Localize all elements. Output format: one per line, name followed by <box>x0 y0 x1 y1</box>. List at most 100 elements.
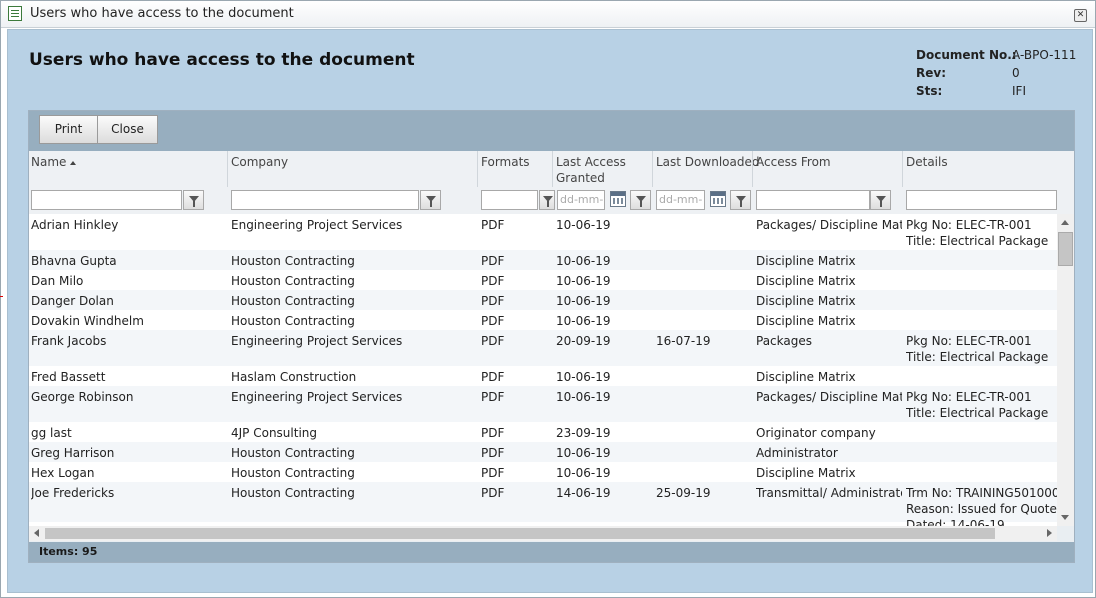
cell-access-from: Discipline Matrix <box>756 466 856 480</box>
cell-name: Fred Bassett <box>31 370 106 384</box>
table-row[interactable]: gg last 4JP Consulting PDF 23-09-19 Originat… <box>29 422 1057 442</box>
cell-details-line: Reason: Issued for Quote <box>906 502 1057 516</box>
formats-filter-button[interactable] <box>539 190 555 210</box>
access-from-filter-button[interactable] <box>870 190 891 210</box>
cell-name: Hex Logan <box>31 466 95 480</box>
cell-last-access: 10-06-19 <box>556 254 611 268</box>
cell-last-access: 20-09-19 <box>556 334 611 348</box>
filter-icon <box>189 196 199 207</box>
cell-name: Frank Jacobs <box>31 334 107 348</box>
status-value: IFI <box>1012 84 1026 98</box>
title-bar: Users who have access to the document ✕ <box>1 1 1095 28</box>
cell-company: Houston Contracting <box>231 466 355 480</box>
table-row[interactable]: Dovakin Windhelm Houston Contracting PDF 10… <box>29 310 1057 330</box>
last-downloaded-filter-input[interactable]: dd-mm- <box>656 190 705 210</box>
cell-company: Haslam Construction <box>231 370 357 384</box>
cell-company: Houston Contracting <box>231 294 355 308</box>
cell-formats: PDF <box>481 218 505 232</box>
vertical-scrollbar[interactable] <box>1057 214 1074 526</box>
cell-name: Adrian Hinkley <box>31 218 119 232</box>
table-row[interactable]: Joe Fredericks Houston Contracting PDF 14-0… <box>29 482 1057 526</box>
cell-details-line: Title: Electrical Package <box>906 234 1049 248</box>
last-downloaded-filter-button[interactable] <box>730 190 751 210</box>
cell-formats: PDF <box>481 294 505 308</box>
column-header-last-downloaded[interactable]: Last Downloaded <box>656 154 759 170</box>
column-header-access-from[interactable]: Access From <box>756 154 831 170</box>
cell-access-from: Originator company <box>756 426 876 440</box>
item-count: Items: 95 <box>39 545 98 558</box>
table-row[interactable]: George Robinson Engineering Project Servi… <box>29 386 1057 422</box>
table-row[interactable]: Hex Logan Houston Contracting PDF 10-06-19 D… <box>29 462 1057 482</box>
cell-access-from: Discipline Matrix <box>756 274 856 288</box>
access-from-filter-input[interactable] <box>756 190 870 210</box>
cell-formats: PDF <box>481 426 505 440</box>
document-meta: Document No.: A-BPO-111 Rev: 0 Sts: IFI <box>916 48 1096 102</box>
horizontal-scroll-thumb[interactable] <box>45 528 995 539</box>
scroll-up-icon[interactable] <box>1061 220 1069 225</box>
grid-header: Name Company Formats Last Access Granted… <box>29 151 1074 223</box>
company-filter-input[interactable] <box>231 190 419 210</box>
table-row[interactable]: Frank Jacobs Engineering Project Services… <box>29 330 1057 366</box>
cell-formats: PDF <box>481 254 505 268</box>
window-close-icon[interactable]: ✕ <box>1074 9 1087 22</box>
calendar-icon[interactable] <box>610 191 626 207</box>
cell-formats: PDF <box>481 390 505 404</box>
cell-name: Greg Harrison <box>31 446 115 460</box>
details-filter-input[interactable] <box>906 190 1057 210</box>
name-filter-button[interactable] <box>183 190 204 210</box>
cell-access-from: Transmittal/ Administrator <box>756 486 902 500</box>
cell-name: Danger Dolan <box>31 294 114 308</box>
vertical-scroll-thumb[interactable] <box>1058 232 1073 266</box>
cell-details-line: Pkg No: ELEC-TR-001 <box>906 390 1032 404</box>
table-row[interactable]: Bhavna Gupta Houston Contracting PDF 10-06-… <box>29 250 1057 270</box>
company-filter-button[interactable] <box>420 190 441 210</box>
scroll-down-icon[interactable] <box>1061 515 1069 520</box>
close-button[interactable]: Close <box>97 115 158 144</box>
table-row[interactable]: Dan Milo Houston Contracting PDF 10-06-19 Di… <box>29 270 1057 290</box>
cell-formats: PDF <box>481 334 505 348</box>
grid-toolbar: Print Close <box>29 111 1074 151</box>
cell-last-access: 10-06-19 <box>556 274 611 288</box>
cell-last-downloaded: 25-09-19 <box>656 486 711 500</box>
table-row[interactable]: Fred Bassett Haslam Construction PDF 10-06-… <box>29 366 1057 386</box>
cell-last-access: 10-06-19 <box>556 370 611 384</box>
column-header-details[interactable]: Details <box>906 154 948 170</box>
rev-label: Rev: <box>916 66 946 80</box>
cell-name: Dan Milo <box>31 274 84 288</box>
cell-access-from: Administrator <box>756 446 838 460</box>
scroll-left-icon[interactable] <box>34 529 39 537</box>
formats-filter-input[interactable] <box>481 190 538 210</box>
dialog-window: Users who have access to the document ✕ … <box>0 0 1096 598</box>
cell-formats: PDF <box>481 274 505 288</box>
scroll-right-icon[interactable] <box>1047 529 1052 537</box>
cell-access-from: Discipline Matrix <box>756 370 856 384</box>
cell-formats: PDF <box>481 466 505 480</box>
cell-company: Houston Contracting <box>231 486 355 500</box>
table-row[interactable]: Danger Dolan Houston Contracting PDF 10-06-… <box>29 290 1057 310</box>
column-header-last-access[interactable]: Last Access Granted <box>556 154 646 186</box>
column-header-formats[interactable]: Formats <box>481 154 530 170</box>
page-title: Users who have access to the document <box>29 50 415 70</box>
table-row[interactable]: Greg Harrison Houston Contracting PDF 10-06… <box>29 442 1057 462</box>
cell-formats: PDF <box>481 314 505 328</box>
last-access-filter-input[interactable]: dd-mm- <box>557 190 605 210</box>
table-row[interactable]: Adrian Hinkley Engineering Project Servic… <box>29 214 1057 250</box>
last-access-filter-button[interactable] <box>630 190 651 210</box>
cell-details-line: Pkg No: ELEC-TR-001 <box>906 334 1032 348</box>
status-label: Sts: <box>916 84 943 98</box>
cell-access-from: Packages <box>756 334 812 348</box>
column-header-company[interactable]: Company <box>231 154 288 170</box>
print-button[interactable]: Print <box>39 115 98 144</box>
doc-no-label: Document No.: <box>916 48 1017 62</box>
filter-icon <box>543 196 553 207</box>
cell-access-from: Discipline Matrix <box>756 254 856 268</box>
grid-body: Adrian Hinkley Engineering Project Servic… <box>29 214 1057 526</box>
window-title: Users who have access to the document <box>30 6 294 21</box>
grid-footer: Items: 95 <box>29 542 1074 562</box>
name-filter-input[interactable] <box>31 190 182 210</box>
calendar-icon[interactable] <box>710 191 726 207</box>
cell-last-access: 10-06-19 <box>556 218 611 232</box>
column-header-name[interactable]: Name <box>31 154 77 170</box>
horizontal-scrollbar[interactable] <box>29 526 1057 541</box>
cell-company: Houston Contracting <box>231 446 355 460</box>
